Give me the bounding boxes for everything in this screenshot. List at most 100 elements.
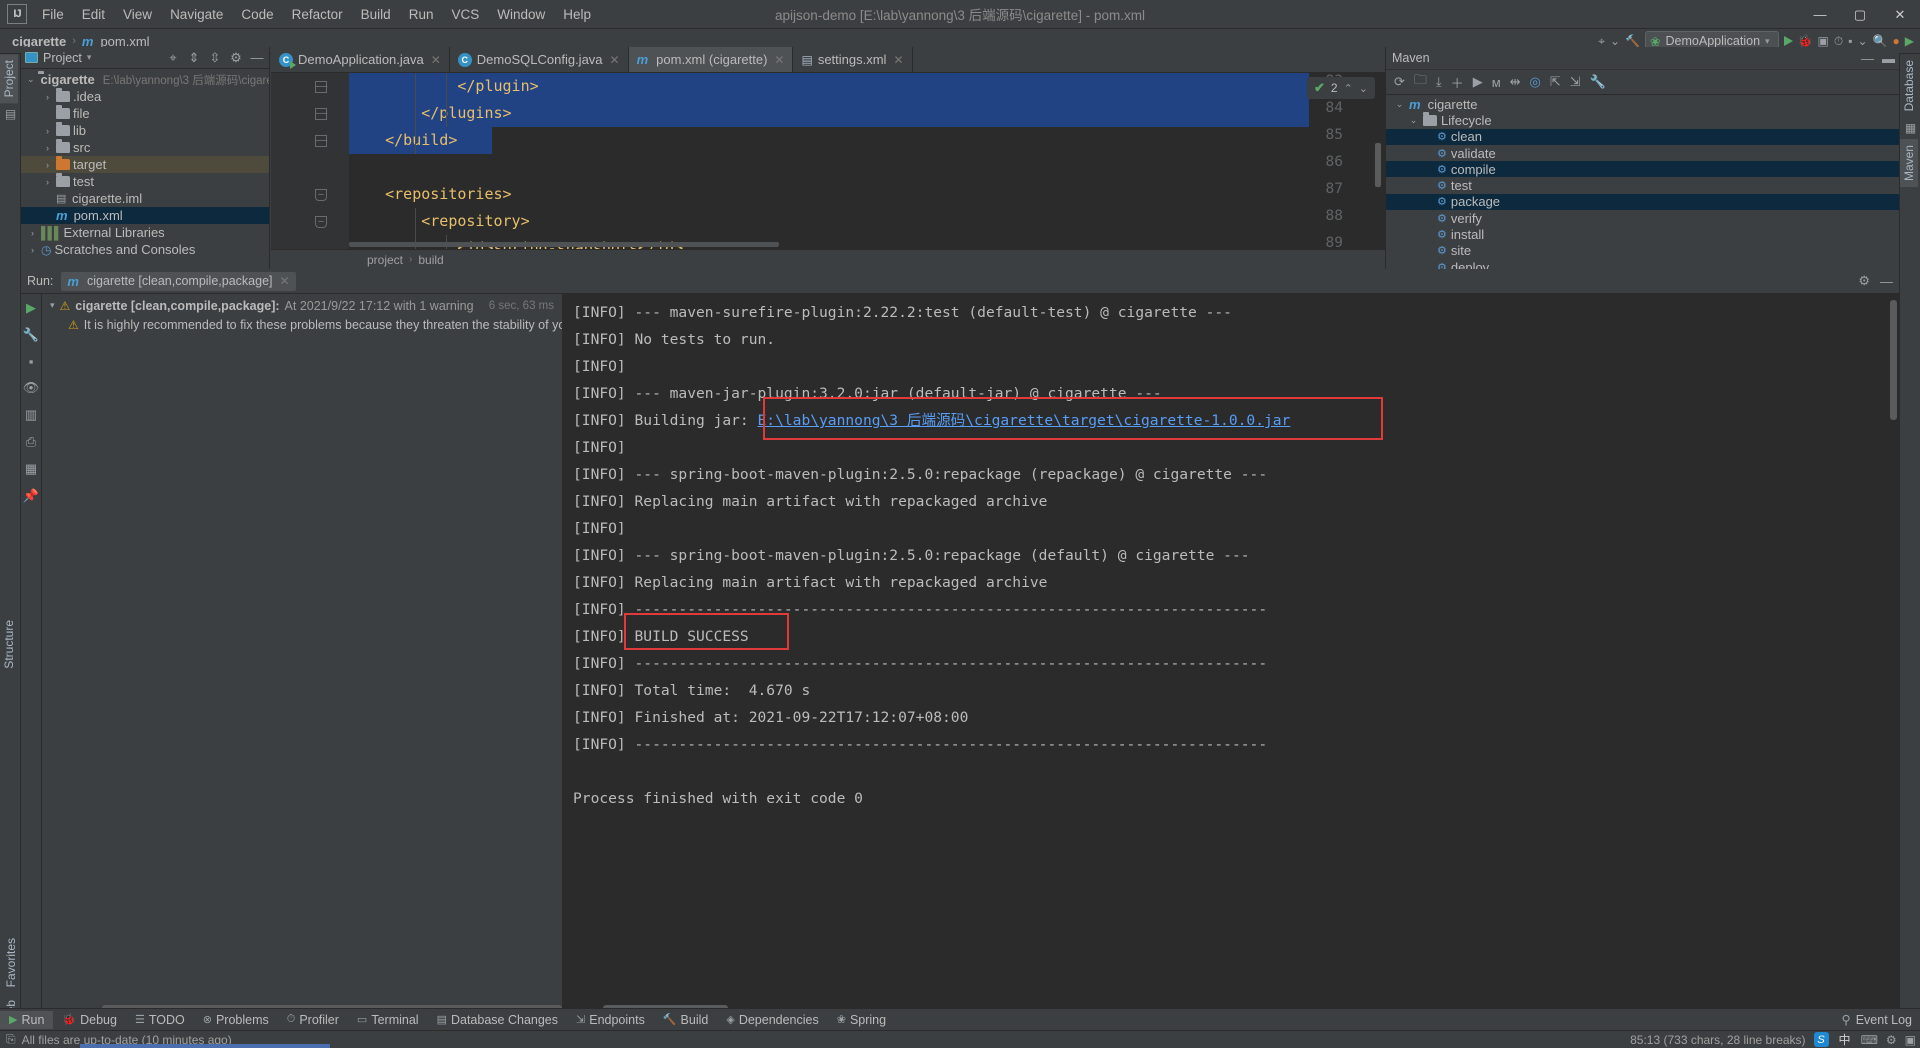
tree-item-src[interactable]: › src — [21, 139, 269, 156]
collapse-all-icon[interactable]: ⇳ — [207, 50, 223, 66]
breadcrumb-element-project[interactable]: project — [367, 253, 403, 267]
bottom-tab-build[interactable]: 🔨 Build — [654, 1011, 718, 1029]
tree-item-lib[interactable]: › lib — [21, 122, 269, 139]
tree-item-file[interactable]: file — [21, 105, 269, 122]
editor-vertical-scrollbar[interactable] — [1375, 143, 1381, 187]
menu-edit[interactable]: Edit — [73, 3, 114, 26]
download-icon[interactable]: ⤓ — [1436, 74, 1442, 90]
minimize-panel-icon[interactable]: — — [1861, 51, 1874, 66]
bottom-tab-debug[interactable]: 🐞 Debug — [53, 1011, 126, 1029]
breadcrumb-element-build[interactable]: build — [418, 253, 443, 267]
close-icon[interactable]: ✕ — [610, 53, 620, 67]
run-tab[interactable]: m cigarette [clean,compile,package] ✕ — [61, 271, 296, 291]
chevron-down-icon[interactable]: ⌄ — [1610, 34, 1620, 48]
minimize-button[interactable]: — — [1800, 0, 1840, 29]
next-problem-icon[interactable]: ⌄ — [1359, 82, 1368, 95]
skip-tests-icon[interactable]: ᴍ — [1492, 75, 1501, 90]
notification-icon[interactable]: ▣ — [1905, 1033, 1916, 1047]
chevron-down-icon[interactable]: ▾ — [87, 52, 92, 63]
refresh-icon[interactable]: ⟳ — [1394, 74, 1405, 90]
expand-arrow-icon[interactable]: › — [42, 160, 53, 170]
expand-arrow-icon[interactable]: › — [27, 245, 38, 255]
build-summary-row[interactable]: ▾ ⚠ cigarette [clean,compile,package]: A… — [42, 296, 562, 315]
event-log-icon[interactable]: ⚲ — [1842, 1012, 1851, 1027]
locate-file-icon[interactable]: ⌖ — [165, 50, 181, 66]
maven-goal-lifecycle[interactable]: ⌄ Lifecycle — [1386, 111, 1899, 128]
code-fold-toggle[interactable]: – — [315, 189, 327, 201]
grid-icon[interactable]: ▦ — [25, 461, 37, 477]
more-actions-icon[interactable]: ⌄ — [1858, 34, 1868, 48]
code-fold-toggle[interactable]: – — [315, 135, 327, 147]
expand-arrow-icon[interactable]: ⌄ — [1394, 99, 1405, 110]
bottom-tab-run[interactable]: ▶ Run — [0, 1010, 54, 1029]
editor-tab-pom-xml[interactable]: m pom.xml (cigarette) ✕ — [628, 47, 794, 72]
expand-arrow-icon[interactable]: › — [42, 143, 53, 153]
toggle-offline-icon[interactable]: ⇹ — [1510, 74, 1521, 90]
editor-tab-settings-xml[interactable]: ▤ settings.xml ✕ — [793, 47, 913, 72]
sidebar-tab-favorites[interactable]: Favorites — [2, 932, 20, 993]
stop-button[interactable]: ▪ — [1848, 34, 1852, 48]
hide-panel-icon[interactable]: — — [1880, 274, 1893, 289]
sidebar-tab-structure[interactable]: Structure — [0, 614, 18, 675]
bottom-tab-profiler[interactable]: ⏱ Profiler — [278, 1011, 348, 1029]
jar-path-link[interactable]: E:\lab\yannong\3 后端源码\cigarette\target\c… — [758, 412, 1291, 429]
add-folder-icon[interactable]: 🗀 — [1414, 71, 1427, 93]
expand-arrow-icon[interactable]: › — [27, 228, 38, 238]
bottom-tab-database-changes[interactable]: ▤ Database Changes — [428, 1011, 567, 1029]
maven-goal-test[interactable]: ⚙ test — [1386, 177, 1899, 193]
close-icon[interactable]: ✕ — [893, 53, 903, 67]
tree-item-scratches-and-consoles[interactable]: › ◷ Scratches and Consoles — [21, 241, 269, 258]
close-icon[interactable]: ✕ — [431, 53, 441, 67]
bottom-tab-endpoints[interactable]: ⇲ Endpoints — [567, 1011, 654, 1029]
menu-run[interactable]: Run — [400, 3, 443, 26]
settings-icon[interactable]: 🔧 — [1590, 74, 1606, 90]
ide-update-icon[interactable]: ▶ — [1905, 34, 1914, 48]
editor-horizontal-scrollbar[interactable] — [349, 242, 779, 247]
bookmarks-icon[interactable]: ▤ — [0, 103, 21, 125]
menu-code[interactable]: Code — [232, 3, 282, 26]
event-log-label[interactable]: Event Log — [1856, 1013, 1912, 1027]
previous-problem-icon[interactable]: ⌃ — [1344, 82, 1353, 95]
sidebar-tab-database[interactable]: Database — [1900, 54, 1918, 117]
expand-arrow-icon[interactable]: › — [42, 126, 53, 136]
bottom-tab-problems[interactable]: ⊗ Problems — [194, 1011, 278, 1029]
close-icon[interactable]: ✕ — [774, 53, 784, 67]
close-button[interactable]: ✕ — [1880, 0, 1920, 29]
gear-icon[interactable]: ⚙ — [228, 50, 244, 66]
bottom-tab-todo[interactable]: ☰ TODO — [126, 1011, 194, 1029]
expand-all-icon[interactable]: ⇕ — [186, 50, 202, 66]
editor-tab-demoapplication-java[interactable]: C DemoApplication.java ✕ — [271, 47, 450, 72]
maven-goal-install[interactable]: ⚙ install — [1386, 226, 1899, 242]
console-output[interactable]: [INFO] --- maven-surefire-plugin:2.22.2:… — [563, 294, 1899, 1014]
tree-item-target[interactable]: › target — [21, 156, 269, 173]
maven-goal-compile[interactable]: ⚙ compile — [1386, 161, 1899, 178]
rerun-icon[interactable]: ▶ — [26, 300, 36, 316]
editor-gutter[interactable] — [271, 73, 349, 269]
maven-goal-site[interactable]: ⚙ site — [1386, 243, 1899, 259]
code-fold-toggle[interactable]: – — [315, 216, 327, 228]
ant-icon[interactable]: ▦ — [1900, 117, 1920, 139]
expand-arrow-icon[interactable]: › — [42, 177, 53, 187]
menu-window[interactable]: Window — [488, 3, 554, 26]
sogou-ime-logo-icon[interactable]: S — [1813, 1032, 1829, 1047]
menu-help[interactable]: Help — [554, 3, 600, 26]
code-fold-toggle[interactable]: – — [315, 108, 327, 120]
hide-panel-icon[interactable]: ▬ — [1882, 51, 1895, 66]
maven-goal-validate[interactable]: ⚙ validate — [1386, 145, 1899, 161]
maven-goal-clean[interactable]: ⚙ clean — [1386, 128, 1899, 145]
maven-goal-cigarette[interactable]: ⌄ m cigarette — [1386, 96, 1899, 112]
camera-icon[interactable]: ▥ — [25, 407, 37, 423]
expand-arrow-icon[interactable]: ⌄ — [1408, 115, 1419, 126]
ime-language-indicator[interactable]: 中 — [1836, 1031, 1853, 1048]
build-warning-row[interactable]: ⚠ It is highly recommended to fix these … — [42, 315, 562, 334]
tree-item-cigarette[interactable]: ⌄ cigarette E:\lab\yannong\3 后端源码\cigarett… — [21, 71, 269, 88]
tree-item--idea[interactable]: › .idea — [21, 88, 269, 105]
maximize-button[interactable]: ▢ — [1840, 0, 1880, 29]
menu-navigate[interactable]: Navigate — [161, 3, 232, 26]
pin-icon[interactable]: 📌 — [23, 488, 39, 504]
console-vertical-scrollbar[interactable] — [1890, 300, 1897, 420]
keyboard-icon[interactable]: ⌨ — [1861, 1033, 1878, 1047]
execute-goal-icon[interactable]: ◎ — [1530, 74, 1541, 90]
maven-goal-verify[interactable]: ⚙ verify — [1386, 210, 1899, 226]
stop-icon[interactable]: ▪ — [29, 354, 34, 369]
